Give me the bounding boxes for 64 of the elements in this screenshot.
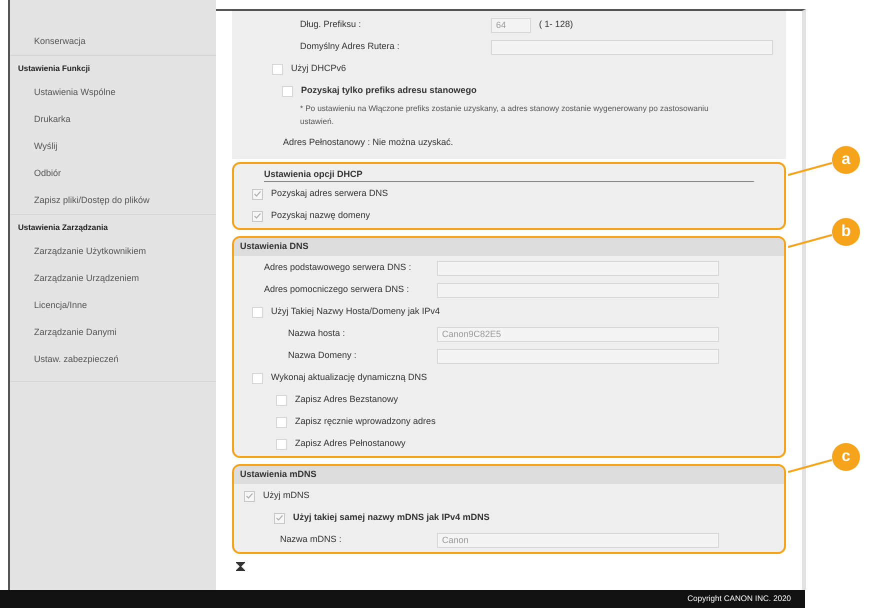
checkbox[interactable] <box>252 188 263 200</box>
checkbox[interactable] <box>276 438 287 450</box>
text-field[interactable] <box>437 260 719 276</box>
copyright-text: Copyright CANON INC. 2020 <box>687 593 791 605</box>
leader-line <box>788 231 832 251</box>
sidebar-item[interactable]: Drukarka <box>34 112 71 126</box>
sidebar-item[interactable]: Ustaw. zabezpieczeń <box>34 352 119 366</box>
field-label: Nazwa mDNS : <box>280 533 343 546</box>
sidebar-item[interactable]: Konserwacja <box>34 34 86 48</box>
field-label: Adres pomocniczego serwera DNS : <box>264 283 410 296</box>
checkbox-label: Użyj takiej samej nazwy mDNS jak IPv4 mDNS <box>293 511 490 524</box>
checkbox[interactable] <box>276 394 287 406</box>
checkbox-label: Użyj mDNS <box>263 489 310 502</box>
checkbox-label: Użyj DHCPv6 <box>291 62 346 76</box>
check-icon <box>254 191 261 197</box>
checkbox[interactable] <box>272 64 283 74</box>
sidebar-section-title: Ustawienia Zarządzania <box>18 222 108 234</box>
checkbox-label: Zapisz ręcznie wprowadzony adres <box>295 415 436 428</box>
checkbox-label: Pozyskaj tylko prefiks adresu stanowego <box>301 84 477 98</box>
checkbox[interactable] <box>244 490 255 502</box>
text-field[interactable] <box>437 348 719 364</box>
checkbox[interactable] <box>274 512 285 524</box>
note-text: * Po ustawieniu na Włączone prefiks zostanie uzyskany, a adres stanowy zostanie wygenerowany po zastosowaniu ustawień. <box>299 103 710 128</box>
status-text: Adres Pełnostanowy : Nie można uzyskać. <box>283 136 454 150</box>
leader-line <box>788 159 832 179</box>
callout-badge: c <box>832 443 860 471</box>
section-title: Ustawienia opcji DHCP <box>264 168 363 181</box>
checkbox-label: Zapisz Adres Pełnostanowy <box>295 437 406 450</box>
text-field[interactable] <box>491 40 773 54</box>
leader-line <box>788 456 832 476</box>
sidebar-item[interactable]: Wyślij <box>34 140 58 154</box>
checkbox[interactable] <box>282 86 293 96</box>
field-label: Dług. Prefiksu : <box>300 18 362 32</box>
checkbox-label: Zapisz Adres Bezstanowy <box>295 393 398 406</box>
sidebar-item[interactable]: Zarządzanie Danymi <box>34 326 117 340</box>
scroll-to-top-icon[interactable] <box>236 562 245 571</box>
callout-badge: a <box>832 146 860 174</box>
field-label: Nazwa hosta : <box>288 327 346 340</box>
sidebar-section-title: Ustawienia Funkcji <box>18 63 90 75</box>
sidebar-item[interactable]: Licencja/Inne <box>34 298 88 312</box>
range-hint: ( 1- 128) <box>539 18 574 32</box>
check-icon <box>246 493 253 499</box>
sidebar-item[interactable]: Ustawienia Wspólne <box>34 86 116 100</box>
callout-badge: b <box>832 218 860 246</box>
sidebar-item[interactable]: Odbiór <box>34 166 62 180</box>
field-label: Adres podstawowego serwera DNS : <box>264 261 412 274</box>
sidebar-item[interactable]: Zapisz pliki/Dostęp do plików <box>34 194 150 208</box>
checkbox-label: Użyj Takiej Nazwy Hosta/Domeny jak IPv4 <box>271 305 440 318</box>
checkbox-label: Pozyskaj nazwę domeny <box>271 209 370 222</box>
check-icon <box>254 213 261 219</box>
check-icon <box>276 515 283 521</box>
checkbox[interactable] <box>252 372 263 384</box>
checkbox-label: Wykonaj aktualizację dynamiczną DNS <box>271 371 427 384</box>
sidebar-item[interactable]: Zarządzanie Użytkownikiem <box>34 244 146 258</box>
checkbox-label: Pozyskaj adres serwera DNS <box>271 187 388 200</box>
section-title: Ustawienia DNS <box>240 240 309 254</box>
text-field[interactable] <box>437 282 719 298</box>
section-title: Ustawienia mDNS <box>240 468 317 482</box>
sidebar-item[interactable]: Zarządzanie Urządzeniem <box>34 272 140 286</box>
field-label: Domyślny Adres Rutera : <box>300 40 401 54</box>
checkbox[interactable] <box>252 210 263 222</box>
field-label: Nazwa Domeny : <box>288 349 358 362</box>
checkbox[interactable] <box>276 416 287 428</box>
checkbox[interactable] <box>252 306 263 318</box>
